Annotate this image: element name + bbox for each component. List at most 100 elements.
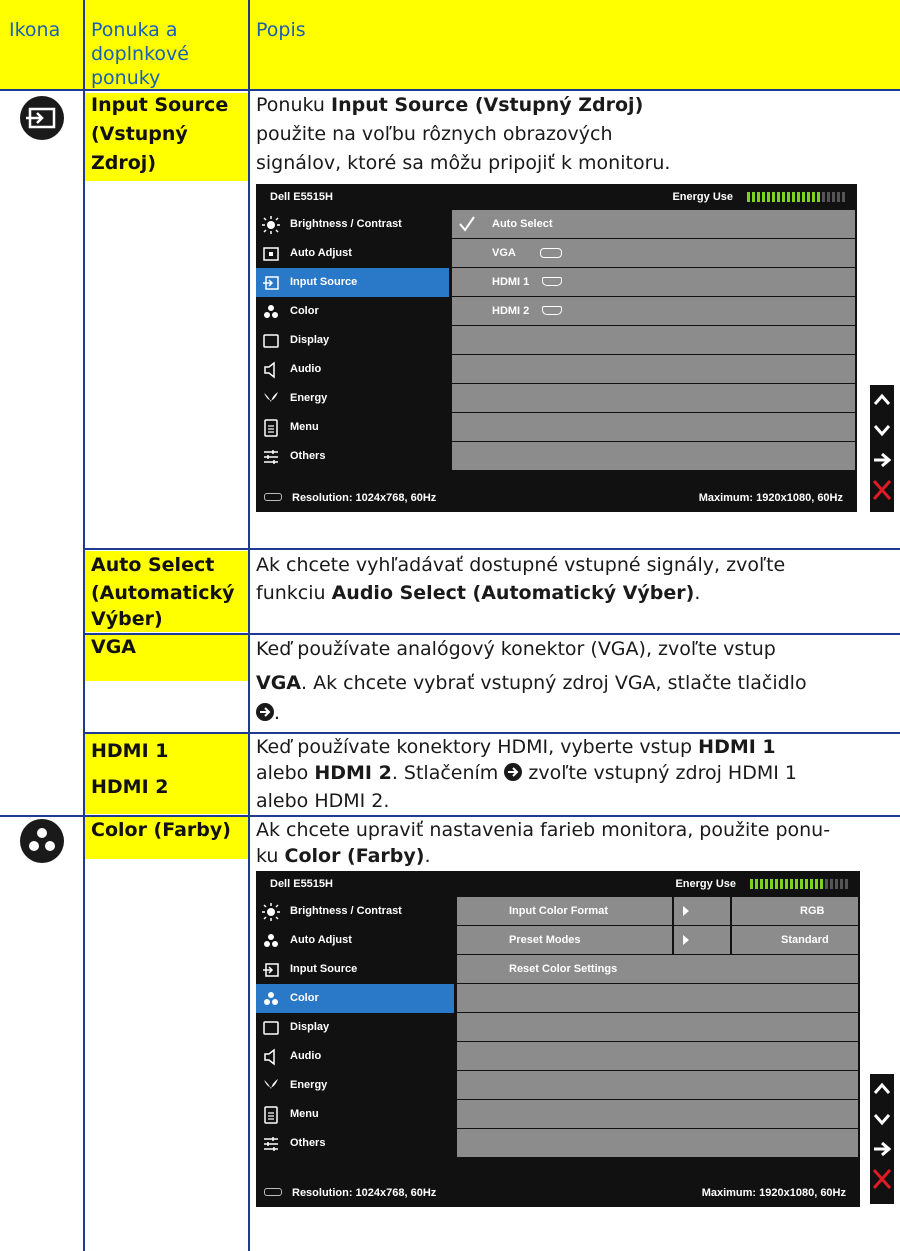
input-source-icon — [20, 96, 64, 140]
menu-hdmi2: HDMI 2 — [91, 776, 169, 798]
header-icon-col: Ikona — [9, 19, 61, 41]
osd-empty-row — [457, 1013, 858, 1041]
osd-item-input-source[interactable]: Input Source — [256, 955, 454, 984]
osd-model: Dell E5515H — [270, 878, 333, 890]
vga-port-icon — [540, 248, 562, 258]
osd-item-input-source[interactable]: Input Source — [256, 268, 449, 297]
brightness-icon — [262, 216, 280, 234]
osd-resolution: Resolution: 1024x768, 60Hz — [292, 1187, 437, 1199]
input-source-icon — [263, 963, 279, 977]
down-arrow-icon[interactable] — [870, 1104, 894, 1134]
osd-item-menu[interactable]: Menu — [256, 1100, 454, 1129]
osd-item-energy[interactable]: Energy — [256, 1071, 454, 1100]
caret-right-icon — [683, 935, 689, 945]
osd-titlebar: Dell E5515H Energy Use — [256, 184, 857, 210]
checkmark-icon — [459, 216, 475, 232]
header-menu-col-2: doplnkové — [91, 43, 189, 65]
osd-option-input-color-format[interactable]: Input Color Format RGB — [457, 897, 858, 925]
vga-port-icon — [264, 1188, 282, 1196]
color-icon — [264, 992, 278, 1005]
arrow-button-icon — [256, 703, 274, 721]
osd-item-energy[interactable]: Energy — [256, 384, 449, 413]
osd-model: Dell E5515H — [270, 191, 333, 203]
osd-input-options: Auto Select VGA HDMI 1 HDMI 2 — [452, 210, 855, 471]
desc-auto-select-1: Ak chcete vyhľadávať dostupné vstupné si… — [256, 554, 786, 576]
vga-port-icon — [264, 493, 282, 501]
right-arrow-icon[interactable] — [870, 1134, 894, 1164]
osd-nav-buttons — [870, 1074, 894, 1204]
osd-empty-row — [452, 326, 855, 354]
menu-input-source-3: Zdroj) — [91, 152, 156, 174]
osd-input-source: Dell E5515H Energy Use Brightness / Cont… — [256, 184, 857, 512]
leaf-icon — [264, 392, 278, 402]
desc-vga-3: . — [256, 700, 280, 727]
desc-hdmi-1: Keď používate konektory HDMI, vyberte vs… — [256, 736, 776, 758]
osd-option-reset-color[interactable]: Reset Color Settings — [457, 955, 858, 983]
leaf-icon — [264, 1079, 278, 1089]
osd-item-auto-adjust[interactable]: Auto Adjust — [256, 926, 454, 955]
column-divider — [83, 0, 85, 1251]
osd-option-vga[interactable]: VGA — [452, 239, 855, 267]
hdmi-port-icon — [542, 277, 562, 286]
osd-item-display[interactable]: Display — [256, 326, 449, 355]
osd-item-color[interactable]: Color — [256, 984, 454, 1013]
osd-menu-list: Brightness / Contrast Auto Adjust Input … — [256, 897, 454, 1158]
osd-footer: Resolution: 1024x768, 60Hz Maximum: 1920… — [256, 482, 857, 512]
osd-max-resolution: Maximum: 1920x1080, 60Hz — [701, 1187, 846, 1199]
osd-resolution: Resolution: 1024x768, 60Hz — [292, 492, 437, 504]
desc-color-2: ku Color (Farby). — [256, 845, 431, 867]
menu-auto-select-2: (Automatický — [91, 582, 235, 604]
energy-meter — [750, 879, 848, 889]
close-icon[interactable] — [870, 1164, 894, 1194]
osd-item-others[interactable]: Others — [256, 1129, 454, 1158]
osd-color-options: Input Color Format RGB Preset Modes Stan… — [457, 897, 858, 1158]
osd-empty-row — [457, 1129, 858, 1157]
osd-item-brightness[interactable]: Brightness / Contrast — [256, 210, 449, 239]
color-icon — [20, 819, 64, 863]
osd-item-audio[interactable]: Audio — [256, 355, 449, 384]
osd-item-audio[interactable]: Audio — [256, 1042, 454, 1071]
osd-empty-row — [457, 1042, 858, 1070]
up-arrow-icon[interactable] — [870, 1074, 894, 1104]
down-arrow-icon[interactable] — [870, 415, 894, 445]
osd-empty-row — [457, 1100, 858, 1128]
desc-auto-select-2: funkciu Audio Select (Automatický Výber)… — [256, 582, 701, 604]
menu-input-source-1: Input Source — [91, 94, 229, 116]
osd-item-color[interactable]: Color — [256, 297, 449, 326]
color-icon — [264, 934, 278, 947]
sliders-icon — [264, 450, 278, 464]
osd-item-auto-adjust[interactable]: Auto Adjust — [256, 239, 449, 268]
osd-item-menu[interactable]: Menu — [256, 413, 449, 442]
osd-item-display[interactable]: Display — [256, 1013, 454, 1042]
row-divider — [85, 548, 900, 550]
display-icon — [263, 334, 279, 348]
osd-option-hdmi1[interactable]: HDMI 1 — [452, 268, 855, 296]
sliders-icon — [264, 1137, 278, 1151]
desc-input-source-1: Ponuku Input Source (Vstupný Zdroj) — [256, 94, 644, 116]
speaker-icon — [264, 361, 275, 379]
osd-item-brightness[interactable]: Brightness / Contrast — [256, 897, 454, 926]
desc-color-1: Ak chcete upraviť nastavenia farieb moni… — [256, 819, 831, 841]
osd-option-preset-modes[interactable]: Preset Modes Standard — [457, 926, 858, 954]
menu-auto-select-3: Výber) — [91, 608, 163, 630]
osd-item-others[interactable]: Others — [256, 442, 449, 471]
osd-menu-list: Brightness / Contrast Auto Adjust Input … — [256, 210, 449, 471]
caret-right-icon — [683, 906, 689, 916]
osd-empty-row — [452, 355, 855, 383]
osd-energy-label: Energy Use — [672, 191, 733, 203]
osd-empty-row — [452, 413, 855, 441]
osd-option-auto-select[interactable]: Auto Select — [452, 210, 855, 238]
menu-auto-select-1: Auto Select — [91, 554, 215, 576]
desc-hdmi-2: alebo HDMI 2. Stlačením zvoľte vstupný z… — [256, 762, 797, 784]
menu-icon — [264, 419, 278, 437]
right-arrow-icon[interactable] — [870, 445, 894, 475]
osd-empty-row — [452, 442, 855, 470]
desc-input-source-3: signálov, ktoré sa môžu pripojiť k monit… — [256, 152, 671, 174]
up-arrow-icon[interactable] — [870, 385, 894, 415]
osd-nav-buttons — [870, 385, 894, 512]
menu-color: Color (Farby) — [91, 819, 231, 841]
close-icon[interactable] — [870, 475, 894, 505]
osd-titlebar: Dell E5515H Energy Use — [256, 871, 860, 897]
osd-option-hdmi2[interactable]: HDMI 2 — [452, 297, 855, 325]
header-menu-col-1: Ponuka a — [91, 19, 178, 41]
